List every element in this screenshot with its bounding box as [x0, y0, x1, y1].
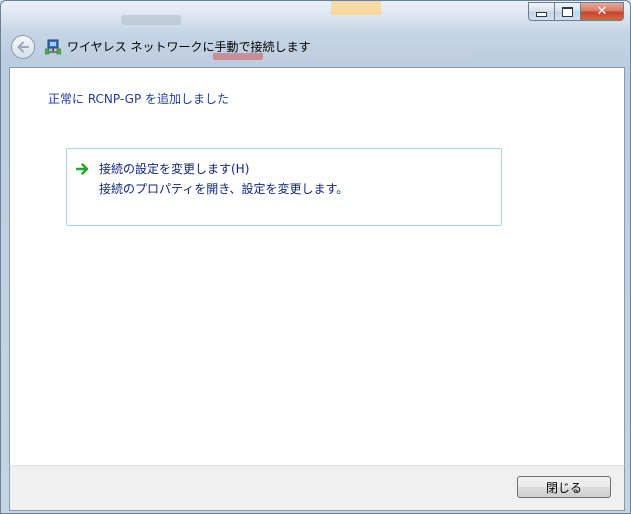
- window-title: ワイヤレス ネットワークに手動で接続します: [67, 40, 311, 54]
- blurred-background: [121, 15, 181, 25]
- close-button[interactable]: 閉じる: [517, 476, 611, 498]
- blurred-background: [331, 1, 381, 15]
- maximize-button[interactable]: [554, 2, 580, 21]
- wireless-network-icon: [45, 39, 61, 55]
- caption-buttons: ✕: [528, 2, 624, 22]
- change-connection-settings-link[interactable]: 接続の設定を変更します(H) 接続のプロパティを開き、設定を変更します。: [66, 148, 502, 226]
- command-link-description: 接続のプロパティを開き、設定を変更します。: [99, 182, 349, 196]
- minimize-button[interactable]: [528, 2, 554, 21]
- back-button[interactable]: [11, 35, 35, 59]
- green-arrow-icon: [76, 163, 89, 175]
- command-link-title: 接続の設定を変更します(H): [99, 162, 250, 176]
- back-arrow-icon: [17, 41, 29, 53]
- footer-bar: 閉じる: [9, 465, 625, 511]
- success-message: 正常に RCNP-GP を追加しました: [48, 92, 230, 106]
- close-icon: ✕: [596, 4, 608, 19]
- minimize-icon: [536, 12, 547, 17]
- wizard-window: ✕ ワイヤレス ネットワークに手動で接続します 正常に RCNP-GP を追加し…: [0, 0, 631, 514]
- content-area: 正常に RCNP-GP を追加しました 接続の設定を変更します(H) 接続のプロ…: [9, 67, 625, 465]
- maximize-icon: [562, 6, 573, 17]
- close-window-button[interactable]: ✕: [580, 2, 624, 21]
